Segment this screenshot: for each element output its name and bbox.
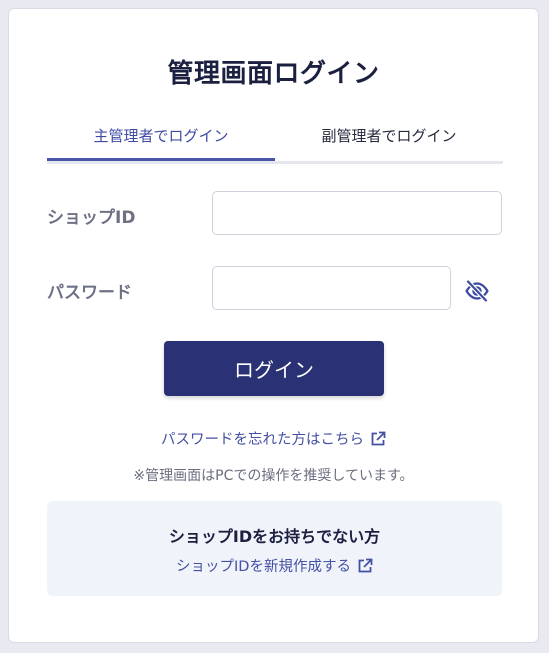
pc-recommendation-note: ※管理画面はPCでの操作を推奨しています。 (133, 468, 414, 484)
no-shop-id-panel: ショップIDをお持ちでない方 ショップIDを新規作成する (47, 501, 502, 596)
password-label: パスワード (47, 283, 132, 303)
shop-id-input[interactable] (212, 191, 502, 235)
tab-sub-admin[interactable]: 副管理者でログイン (275, 121, 503, 161)
no-shop-id-title: ショップIDをお持ちでない方 (168, 527, 381, 546)
shop-id-label: ショップID (47, 208, 136, 228)
create-shop-id-link[interactable]: ショップIDを新規作成する (47, 555, 502, 576)
login-card: 管理画面ログイン 主管理者でログイン 副管理者でログイン ショップID パスワー… (8, 8, 539, 643)
password-input[interactable] (212, 266, 451, 310)
login-tabs: 主管理者でログイン 副管理者でログイン (47, 121, 503, 164)
forgot-password-link[interactable]: パスワードを忘れた方はこちら (9, 428, 538, 449)
external-link-icon (370, 431, 386, 447)
tab-primary-admin[interactable]: 主管理者でログイン (47, 121, 275, 161)
page-title: 管理画面ログイン (167, 59, 380, 89)
forgot-password-text[interactable]: パスワードを忘れた方はこちら (161, 432, 364, 448)
login-button[interactable]: ログイン (164, 341, 384, 396)
external-link-icon (357, 558, 373, 574)
eye-off-icon[interactable] (464, 278, 490, 304)
create-shop-id-text[interactable]: ショップIDを新規作成する (176, 559, 351, 575)
